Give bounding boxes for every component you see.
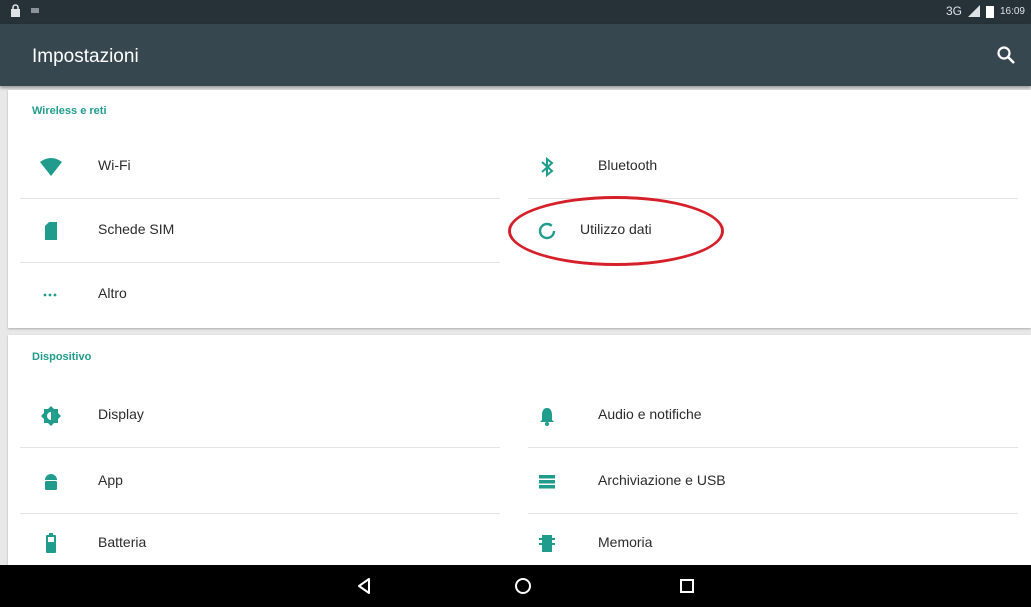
network-type: 3G [945,4,962,18]
settings-item-label: Schede SIM [98,221,175,237]
settings-item-memory[interactable]: Memoria [528,513,1008,565]
settings-item-more[interactable]: Altro [20,262,500,326]
data-usage-icon [538,222,556,240]
settings-item-label: Wi-Fi [98,157,131,173]
divider [20,447,500,448]
settings-item-bluetooth[interactable]: Bluetooth [528,134,1008,198]
section-title-device: Dispositivo [32,351,92,363]
wifi-icon [40,158,62,176]
settings-item-audio[interactable]: Audio e notifiche [528,383,1008,447]
settings-item-label: Bluetooth [598,157,658,173]
settings-item-storage[interactable]: Archiviazione e USB [528,449,1008,513]
clock: 16:09 [999,5,1025,17]
settings-item-apps[interactable]: App [20,449,500,513]
navigation-bar [0,565,1031,607]
settings-item-display[interactable]: Display [20,383,500,447]
brightness-icon [41,406,61,426]
settings-item-label: Batteria [98,534,147,550]
page-title: Impostazioni [32,46,139,67]
section-title-wireless: Wireless e reti [32,105,107,117]
android-icon [45,474,57,490]
storage-icon [539,475,555,489]
settings-item-battery[interactable]: Batteria [20,513,500,565]
settings-item-sim[interactable]: Schede SIM [20,198,500,262]
status-bar: 3G 16:09 [0,0,1031,24]
settings-item-label: Memoria [598,534,653,550]
bell-icon [540,408,554,426]
memory-icon [539,535,555,552]
signal-icon [967,5,980,17]
battery-status-icon [985,5,994,18]
settings-item-wifi[interactable]: Wi-Fi [20,134,500,198]
more-horiz-icon [43,293,57,297]
settings-item-label: Altro [98,285,127,301]
settings-item-data-usage[interactable]: Utilizzo dati [528,198,1008,262]
divider [528,447,1018,448]
section-wireless: Wireless e reti Wi-Fi Bluetooth Schede S… [8,90,1031,328]
lock-icon [11,4,20,17]
search-icon[interactable] [995,44,1017,66]
settings-item-label: Utilizzo dati [580,221,652,237]
settings-item-label: Display [98,406,144,422]
back-icon[interactable] [353,575,375,597]
home-icon[interactable] [512,575,534,597]
bluetooth-icon [541,156,554,178]
settings-item-label: Archiviazione e USB [598,472,726,488]
settings-item-label: Audio e notifiche [598,406,702,422]
recents-icon[interactable] [676,575,698,597]
app-bar: Impostazioni [0,24,1031,86]
notification-icon [31,7,39,13]
settings-item-label: App [98,472,123,488]
sim-card-icon [45,222,57,240]
battery-icon [46,533,56,553]
section-device: Dispositivo Display Audio e notifiche Ap… [8,335,1031,565]
